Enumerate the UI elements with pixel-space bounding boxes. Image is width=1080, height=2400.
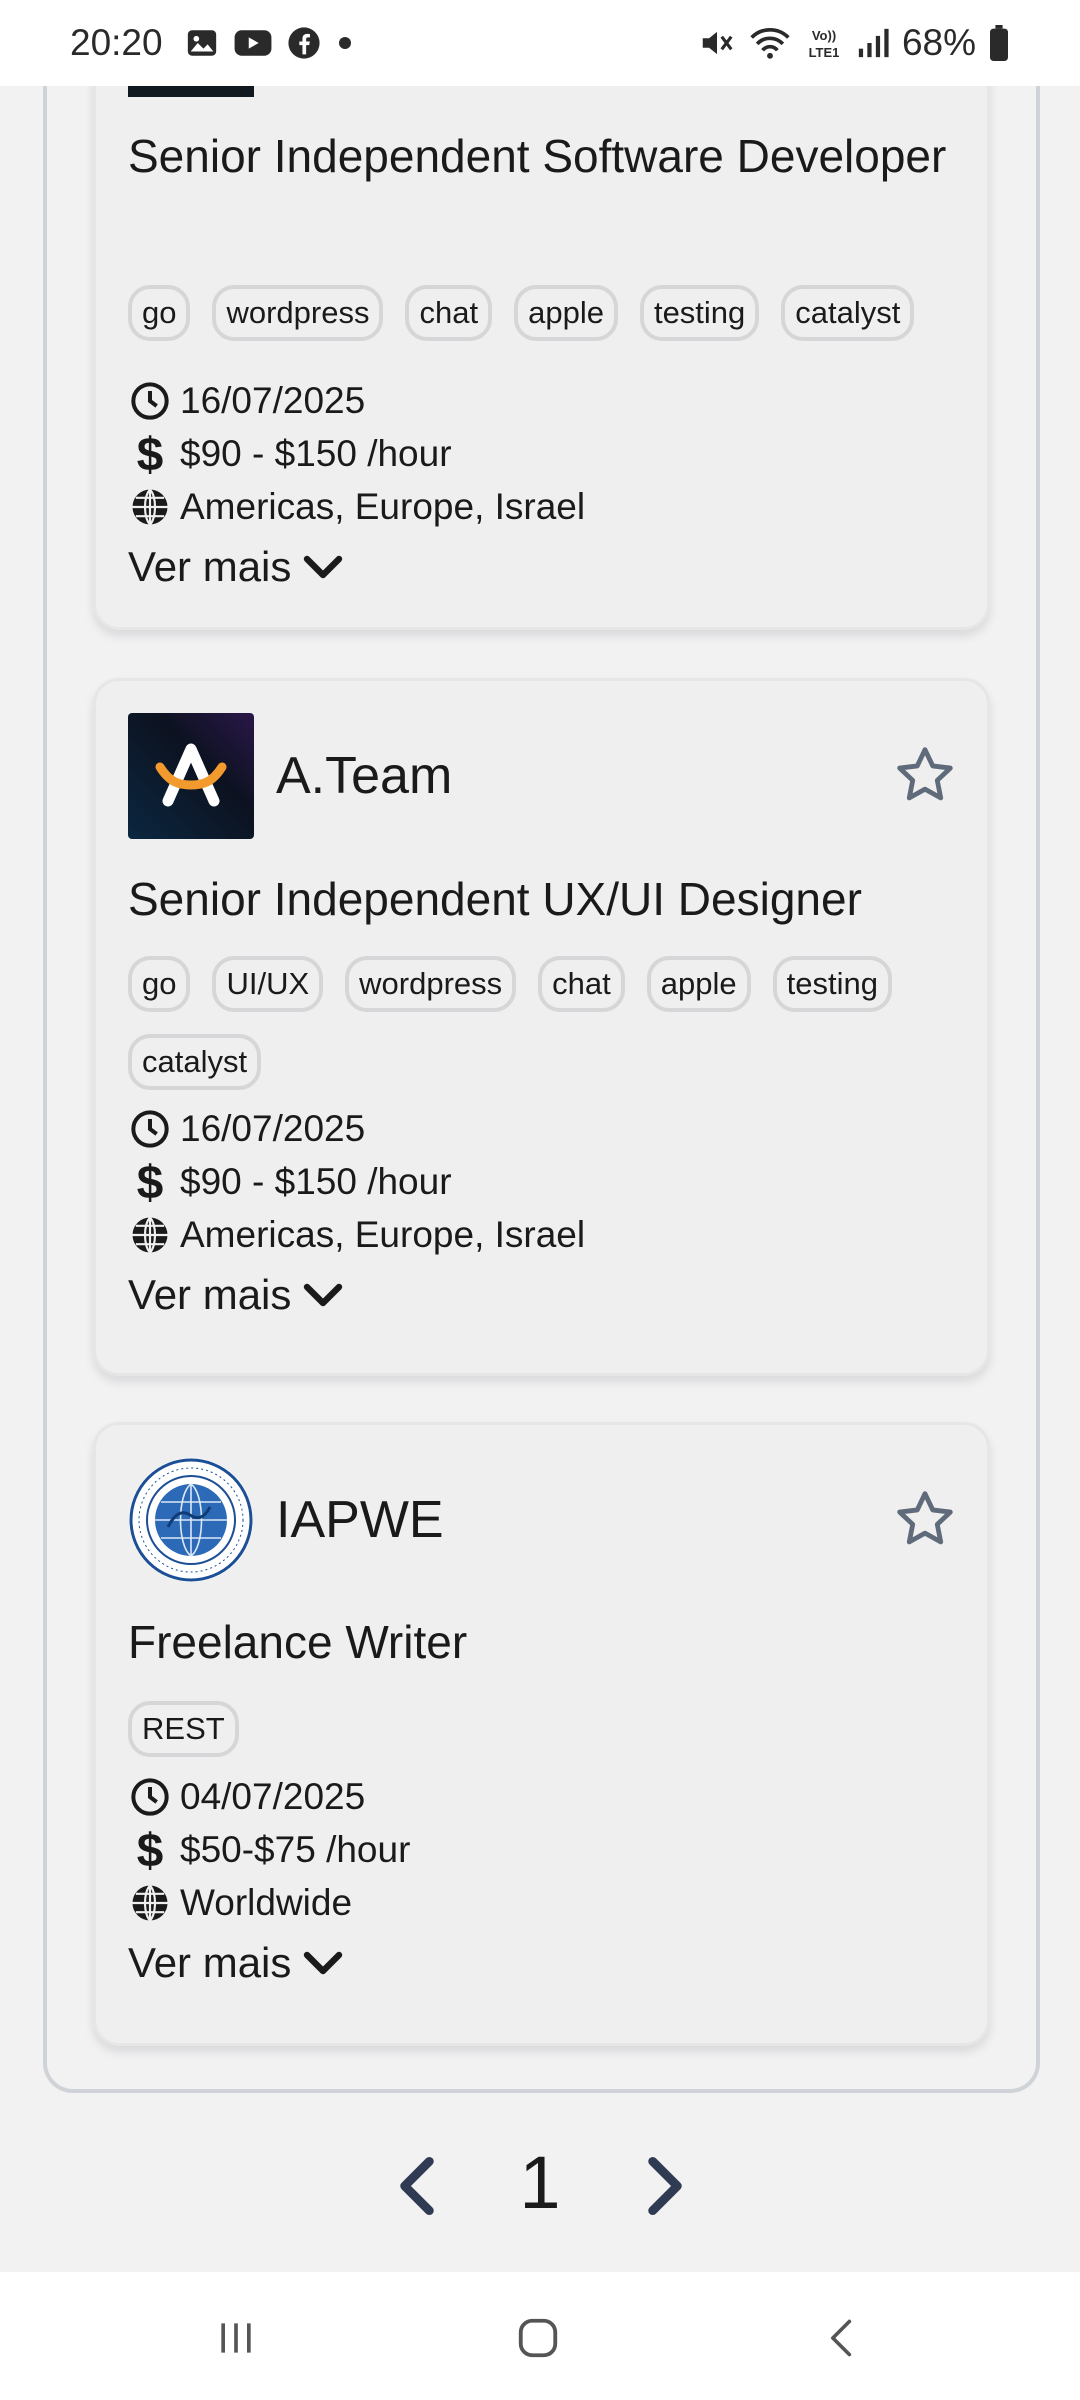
dollar-icon: $ (128, 1828, 172, 1872)
tag: testing (772, 956, 892, 1012)
job-title[interactable]: Senior Independent Software Developer (128, 119, 948, 193)
company-logo (128, 713, 254, 839)
tag: go (128, 285, 191, 341)
see-more-button[interactable]: Ver mais (128, 1939, 343, 1987)
job-card[interactable]: Senior Independent Software Developer go… (93, 40, 990, 630)
next-page-button[interactable] (640, 2154, 690, 2218)
salary-row: $ $50-$75 /hour (128, 1828, 411, 1872)
gallery-icon (185, 26, 219, 60)
job-title[interactable]: Senior Independent UX/UI Designer (128, 862, 948, 936)
dollar-icon: $ (128, 1160, 172, 1204)
location-row: Americas, Europe, Israel (128, 485, 585, 529)
status-bar: 20:20 Vo)) LTE1 68% (0, 0, 1080, 86)
see-more-button[interactable]: Ver mais (128, 543, 343, 591)
back-button[interactable] (812, 2308, 872, 2368)
see-more-label: Ver mais (128, 543, 292, 590)
tag: chat (405, 285, 493, 341)
dot-icon (335, 33, 355, 53)
globe-icon (128, 485, 172, 529)
current-page-number: 1 (519, 2141, 561, 2224)
job-card[interactable]: IAPWE Freelance Writer REST 04/07/2025 $… (93, 1422, 990, 2046)
job-location: Americas, Europe, Israel (180, 486, 586, 527)
star-icon[interactable] (893, 743, 957, 807)
star-icon[interactable] (893, 1487, 957, 1551)
svg-text:$: $ (137, 1160, 164, 1204)
globe-icon (128, 1881, 172, 1925)
company-header: A.Team (128, 713, 452, 839)
date-row: 16/07/2025 (128, 1107, 365, 1151)
job-title[interactable]: Freelance Writer (128, 1605, 948, 1679)
svg-text:$: $ (137, 432, 164, 476)
chevron-down-icon (304, 1283, 343, 1307)
salary-row: $ $90 - $150 /hour (128, 432, 452, 476)
clock-icon (128, 379, 172, 423)
dollar-icon: $ (128, 432, 172, 476)
company-name: IAPWE (276, 1491, 444, 1549)
home-icon (518, 2318, 558, 2358)
tag: wordpress (212, 285, 384, 341)
clock-icon (128, 1107, 172, 1151)
previous-page-button[interactable] (392, 2154, 442, 2218)
svg-text:Vo)): Vo)) (812, 28, 836, 43)
battery-percent: 68% (901, 22, 976, 63)
job-location: Americas, Europe, Israel (180, 1214, 586, 1255)
tag: apple (646, 956, 751, 1012)
pagination: 1 (0, 2140, 1080, 2230)
job-salary: $90 - $150 /hour (180, 433, 452, 474)
salary-row: $ $90 - $150 /hour (128, 1160, 452, 1204)
job-salary: $90 - $150 /hour (180, 1161, 452, 1202)
see-more-label: Ver mais (128, 1271, 292, 1318)
see-more-button[interactable]: Ver mais (128, 1271, 343, 1319)
job-location: Worldwide (180, 1882, 353, 1923)
facebook-icon (287, 26, 321, 60)
company-logo (128, 1457, 254, 1583)
job-salary: $50-$75 /hour (180, 1829, 411, 1870)
recent-apps-button[interactable] (206, 2308, 266, 2368)
chevron-down-icon (304, 1951, 343, 1975)
tag: catalyst (781, 285, 915, 341)
recent-apps-icon (221, 2323, 251, 2353)
company-header: IAPWE (128, 1457, 444, 1583)
svg-text:$: $ (137, 1828, 164, 1872)
tag: go (128, 956, 191, 1012)
company-name: A.Team (276, 747, 453, 805)
chevron-left-icon (400, 2156, 434, 2216)
clock-icon (128, 1775, 172, 1819)
job-date: 04/07/2025 (180, 1776, 366, 1817)
battery-icon (988, 25, 1010, 61)
date-row: 16/07/2025 (128, 379, 365, 423)
location-row: Worldwide (128, 1881, 352, 1925)
volte-icon: Vo)) LTE1 (804, 24, 844, 62)
mute-icon (698, 24, 736, 62)
home-button[interactable] (508, 2308, 568, 2368)
tag-list: go wordpress chat apple testing catalyst (128, 285, 958, 341)
globe-icon (128, 1213, 172, 1257)
back-icon (831, 2319, 852, 2357)
chevron-down-icon (304, 555, 343, 579)
tag: catalyst (128, 1034, 262, 1090)
tag: wordpress (345, 956, 517, 1012)
chevron-right-icon (648, 2156, 682, 2216)
youtube-icon (233, 26, 273, 60)
wifi-icon (748, 24, 792, 62)
see-more-label: Ver mais (128, 1939, 292, 1986)
tag: REST (128, 1701, 239, 1757)
tag-list: go UI/UX wordpress chat apple testing ca… (128, 956, 958, 1090)
svg-text:LTE1: LTE1 (809, 45, 840, 60)
tag-list: REST (128, 1701, 958, 1757)
location-row: Americas, Europe, Israel (128, 1213, 585, 1257)
signal-icon (856, 26, 890, 60)
tag: UI/UX (212, 956, 324, 1012)
date-row: 04/07/2025 (128, 1775, 365, 1819)
job-card[interactable]: A.Team Senior Independent UX/UI Designer… (93, 678, 990, 1376)
tag: testing (639, 285, 760, 341)
tag: chat (538, 956, 625, 1012)
system-nav-bar (0, 2272, 1080, 2400)
status-time: 20:20 (70, 22, 163, 63)
tag: apple (514, 285, 618, 341)
job-date: 16/07/2025 (180, 380, 366, 421)
job-date: 16/07/2025 (180, 1108, 366, 1149)
